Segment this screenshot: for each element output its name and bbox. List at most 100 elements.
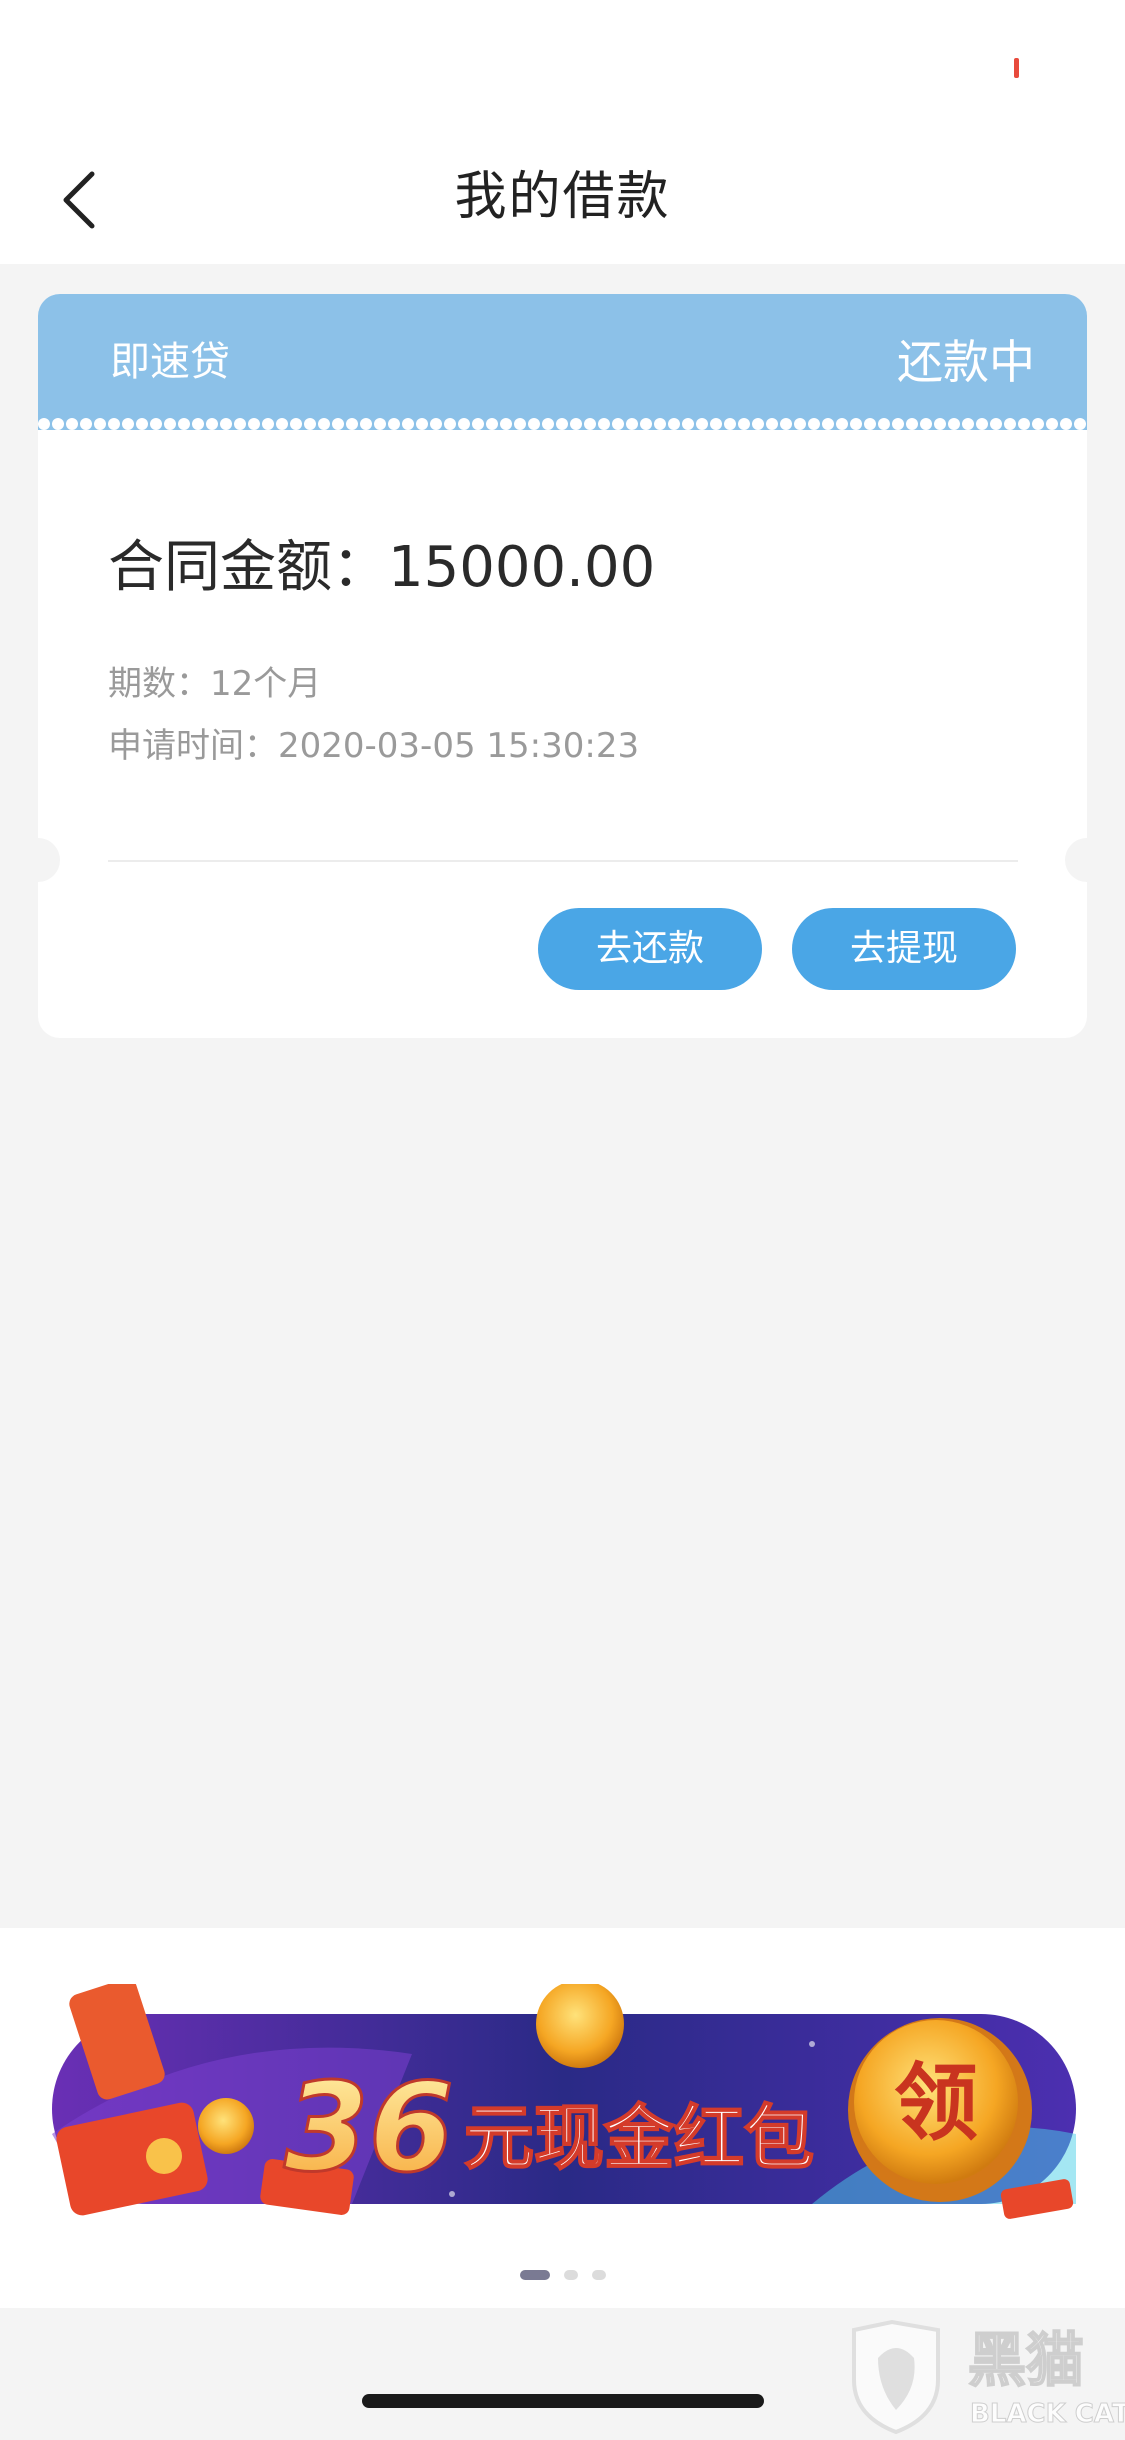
scallop-dot xyxy=(304,418,316,430)
cat-shield-icon xyxy=(852,2319,940,2435)
promo-banner-area: 36 元现金红包 领 xyxy=(0,1928,1125,2308)
scallop-dot xyxy=(360,418,372,430)
scallop-dot xyxy=(66,418,78,430)
scallop-dot xyxy=(934,418,946,430)
nav-bar: 我的借款 xyxy=(0,132,1125,264)
scallop-dot xyxy=(192,418,204,430)
banner-amount: 36 xyxy=(284,2057,454,2199)
scallop-dot xyxy=(948,418,960,430)
scallop-dot xyxy=(52,418,64,430)
scallop-dot xyxy=(416,418,428,430)
scallop-dot xyxy=(94,418,106,430)
scallop-dot xyxy=(836,418,848,430)
card-divider xyxy=(108,860,1018,862)
claim-label: 领 xyxy=(894,2054,978,2152)
scallop-dot xyxy=(906,418,918,430)
scallop-dot xyxy=(80,418,92,430)
scallop-dot xyxy=(766,418,778,430)
scallop-dot xyxy=(164,418,176,430)
scallop-dot xyxy=(780,418,792,430)
scallop-dot xyxy=(388,418,400,430)
scallop-dot xyxy=(724,418,736,430)
scallop-dot xyxy=(570,418,582,430)
scallop-dot xyxy=(626,418,638,430)
pagination-dot xyxy=(563,2270,578,2280)
scallop-dot xyxy=(430,418,442,430)
status-indicator xyxy=(1014,58,1019,78)
scallop-dot xyxy=(402,418,414,430)
scallop-dot xyxy=(892,418,904,430)
home-indicator[interactable] xyxy=(362,2394,764,2408)
scallop-dot xyxy=(640,418,652,430)
scallop-dot xyxy=(234,418,246,430)
scallop-dot xyxy=(1060,418,1072,430)
coin-icon xyxy=(536,1980,624,2068)
scallop-dot xyxy=(318,418,330,430)
loan-card-header: 即速贷 还款中 xyxy=(38,294,1087,430)
scallop-dot xyxy=(738,418,750,430)
scallop-dot xyxy=(332,418,344,430)
scallop-dot xyxy=(1074,418,1086,430)
coin-icon xyxy=(198,2098,254,2154)
scallop-dot xyxy=(346,418,358,430)
pagination-dot xyxy=(591,2270,606,2280)
scallop-dot xyxy=(206,418,218,430)
scallop-dot xyxy=(976,418,988,430)
scallop-dot xyxy=(822,418,834,430)
scallop-dot xyxy=(486,418,498,430)
pagination-dot xyxy=(519,2270,550,2280)
scallop-dot xyxy=(808,418,820,430)
loan-term: 期数：12个月 xyxy=(108,664,322,704)
scallop-dot xyxy=(444,418,456,430)
repay-button[interactable]: 去还款 xyxy=(538,908,762,990)
scallop-dot xyxy=(108,418,120,430)
scallop-dot xyxy=(990,418,1002,430)
scallop-dot xyxy=(1004,418,1016,430)
scallop-dot xyxy=(150,418,162,430)
scallop-dot xyxy=(276,418,288,430)
banner-pagination xyxy=(0,2268,1125,2282)
scallop-dot xyxy=(458,418,470,430)
scallop-dot xyxy=(1018,418,1030,430)
watermark-cn: 黑猫 xyxy=(968,2326,1084,2394)
scallop-dot xyxy=(136,418,148,430)
scallop-dot xyxy=(612,418,624,430)
scallop-dot xyxy=(584,418,596,430)
page-title: 我的借款 xyxy=(454,167,671,227)
scallop-dot xyxy=(920,418,932,430)
scallop-dot xyxy=(528,418,540,430)
withdraw-button[interactable]: 去提现 xyxy=(792,908,1016,990)
scallop-dot xyxy=(598,418,610,430)
scallop-dot xyxy=(962,418,974,430)
loan-card: 即速贷 还款中 合同金额：15000.00 期数：12个月 申请时间：2020-… xyxy=(38,294,1087,1038)
scallop-dot xyxy=(794,418,806,430)
scallop-dot xyxy=(542,418,554,430)
scallop-dot xyxy=(248,418,260,430)
apply-time: 申请时间：2020-03-05 15:30:23 xyxy=(108,726,640,766)
scallop-dot xyxy=(696,418,708,430)
scallop-dot xyxy=(864,418,876,430)
product-name: 即速贷 xyxy=(110,339,230,385)
scallop-dot xyxy=(1032,418,1044,430)
ticket-notch-left xyxy=(38,838,60,882)
scallop-dot xyxy=(122,418,134,430)
scallop-dot xyxy=(682,418,694,430)
scallop-dot xyxy=(262,418,274,430)
header-scallop-edge xyxy=(38,416,1087,430)
loan-status: 还款中 xyxy=(897,335,1035,389)
scallop-dot xyxy=(514,418,526,430)
red-packet-banner[interactable]: 36 元现金红包 领 xyxy=(52,1978,1076,2222)
ticket-notch-right xyxy=(1065,838,1087,882)
banner-text: 元现金红包 xyxy=(464,2097,814,2179)
scallop-dot xyxy=(472,418,484,430)
scallop-dot xyxy=(500,418,512,430)
scallop-dot xyxy=(556,418,568,430)
watermark-en: BLACK CAT xyxy=(970,2399,1125,2429)
scallop-dot xyxy=(752,418,764,430)
scallop-dot xyxy=(1046,418,1058,430)
scallop-dot xyxy=(850,418,862,430)
scallop-dot xyxy=(878,418,890,430)
black-cat-watermark: 黑猫 BLACK CAT xyxy=(848,2318,1125,2436)
scallop-dot xyxy=(668,418,680,430)
scallop-dot xyxy=(654,418,666,430)
